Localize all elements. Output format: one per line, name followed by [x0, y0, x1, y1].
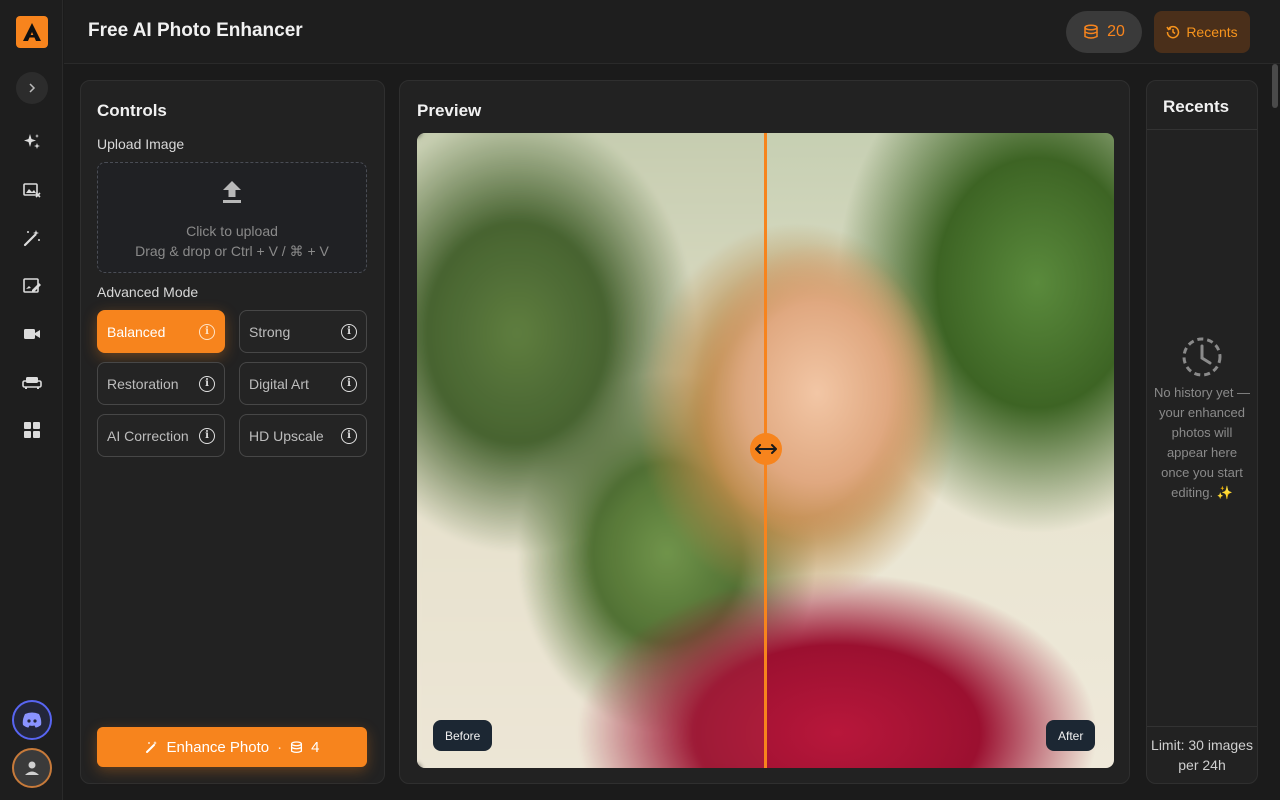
credits-badge[interactable]: 20 [1066, 11, 1142, 53]
video-camera-icon [24, 329, 40, 339]
mode-hd-upscale-button[interactable]: HD Upscale i [239, 414, 367, 457]
mode-label: Digital Art [249, 375, 309, 392]
mode-label: Balanced [107, 323, 166, 340]
mode-label: AI Correction [107, 427, 189, 444]
magic-wand-icon [23, 230, 40, 247]
sidebar-item-apps[interactable] [20, 418, 44, 442]
info-icon[interactable]: i [341, 427, 357, 444]
mode-balanced-button[interactable]: Balanced i [97, 310, 225, 353]
credits-count: 20 [1107, 23, 1125, 40]
preview-panel: Preview Before After [399, 80, 1130, 784]
enhance-cost: 4 [311, 738, 320, 756]
grid-apps-icon [24, 422, 40, 438]
coins-stack-icon [291, 740, 303, 753]
sidebar-item-magic[interactable] [20, 226, 44, 250]
discord-button[interactable] [12, 700, 52, 740]
recents-limit-text: Limit: 30 images per 24h [1151, 737, 1253, 773]
sidebar-expand-button[interactable] [16, 72, 48, 104]
enhance-photo-button[interactable]: Enhance Photo · 4 [97, 727, 367, 767]
before-image-region [417, 133, 766, 768]
recents-empty-message: No history yet — your enhanced photos wi… [1153, 385, 1251, 500]
recents-header-divider [1147, 129, 1257, 130]
sidebar-item-edit[interactable] [20, 274, 44, 298]
page-scrollbar[interactable] [1272, 64, 1278, 108]
recents-button-label: Recents [1186, 24, 1238, 40]
info-icon[interactable]: i [199, 375, 215, 392]
sofa-icon [22, 377, 42, 389]
mode-restoration-button[interactable]: Restoration i [97, 362, 225, 405]
image-remove-icon [23, 183, 41, 198]
sidebar [0, 0, 63, 800]
clock-icon [1182, 337, 1222, 377]
upload-icon [223, 181, 241, 203]
discord-icon [22, 712, 42, 728]
upload-text-primary: Click to upload [186, 223, 278, 239]
info-icon[interactable]: i [341, 375, 357, 392]
enhance-separator: · [277, 738, 283, 756]
after-tag: After [1046, 720, 1096, 751]
recents-title: Recents [1163, 97, 1230, 116]
header: Free AI Photo Enhancer 20 Recents [64, 0, 1280, 64]
sparkles-icon [24, 134, 40, 149]
info-icon[interactable]: i [199, 427, 215, 444]
mode-strong-button[interactable]: Strong i [239, 310, 367, 353]
sidebar-item-video[interactable] [20, 322, 44, 346]
compare-slider-handle[interactable] [750, 433, 782, 465]
recents-button[interactable]: Recents [1154, 11, 1250, 53]
magic-wand-icon [145, 741, 157, 753]
mode-ai-correction-button[interactable]: AI Correction i [97, 414, 225, 457]
user-icon [25, 761, 39, 775]
app-logo[interactable] [16, 16, 48, 48]
advanced-mode-label: Advanced Mode [97, 284, 199, 300]
controls-panel: Controls Upload Image Click to upload Dr… [80, 80, 385, 784]
preview-title: Preview [417, 101, 482, 120]
user-avatar[interactable] [12, 748, 52, 788]
image-edit-icon [23, 278, 41, 293]
enhance-photo-label: Enhance Photo [166, 738, 270, 756]
recents-panel: Recents No history yet — your enhanced p… [1146, 80, 1258, 784]
mode-digital-art-button[interactable]: Digital Art i [239, 362, 367, 405]
upload-text-secondary: Drag & drop or Ctrl + V / ⌘ + V [135, 243, 329, 259]
controls-title: Controls [97, 101, 167, 120]
upload-dropzone[interactable]: Click to upload Drag & drop or Ctrl + V … [97, 162, 367, 273]
preview-image: Before After [417, 133, 1114, 768]
history-icon [1166, 25, 1180, 39]
mode-label: HD Upscale [249, 427, 324, 444]
mode-label: Restoration [107, 375, 179, 392]
page-title: Free AI Photo Enhancer [88, 20, 303, 41]
info-icon[interactable]: i [199, 323, 215, 340]
info-icon[interactable]: i [341, 323, 357, 340]
arrows-horizontal-icon [755, 444, 777, 454]
before-tag: Before [433, 720, 493, 751]
sidebar-item-interior[interactable] [20, 370, 44, 394]
sidebar-item-remove[interactable] [20, 178, 44, 202]
logo-a-icon [23, 23, 41, 41]
recents-footer-divider [1147, 726, 1257, 727]
chevron-right-icon [29, 83, 36, 93]
upload-label: Upload Image [97, 136, 185, 152]
mode-label: Strong [249, 323, 291, 340]
coins-stack-icon [1084, 24, 1098, 39]
sidebar-item-enhance[interactable] [20, 130, 44, 154]
